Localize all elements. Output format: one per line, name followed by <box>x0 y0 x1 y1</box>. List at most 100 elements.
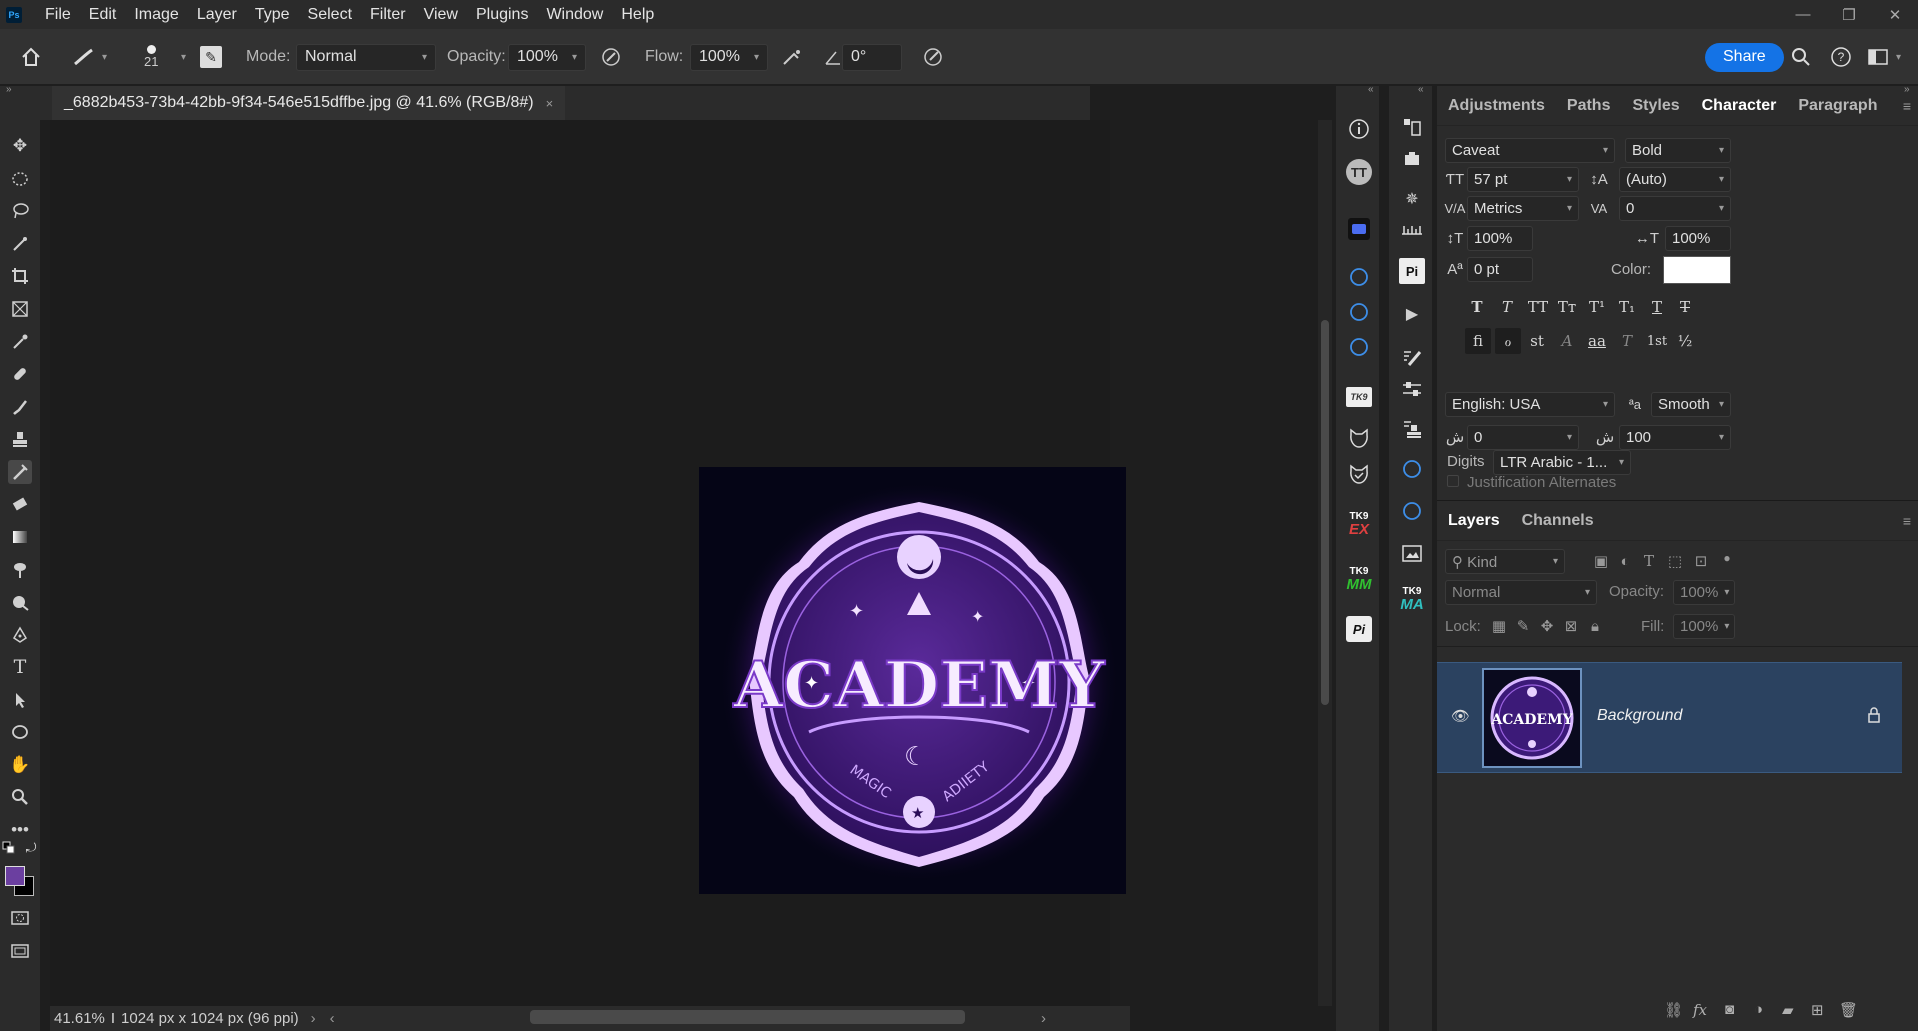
pressure-size-icon[interactable] <box>922 29 944 85</box>
search-icon[interactable] <box>1790 29 1812 85</box>
tab-paths[interactable]: Paths <box>1556 97 1622 115</box>
blur-tool-icon[interactable] <box>8 558 32 582</box>
menu-type[interactable]: Type <box>246 0 299 29</box>
strikethrough-button[interactable]: T <box>1673 295 1697 319</box>
brush-settings-icon[interactable]: ✎ <box>200 29 222 85</box>
eyedropper-tool-icon[interactable] <box>8 330 32 354</box>
crop-tool-icon[interactable] <box>8 264 32 288</box>
help-icon[interactable]: ? <box>1830 29 1852 85</box>
filter-smart-object-icon[interactable]: ⊡ <box>1689 549 1713 573</box>
arabic-left-input[interactable]: 0 ▾ <box>1467 425 1579 450</box>
brush-size-picker[interactable]: 21 <box>144 29 158 85</box>
foreground-color-swatch[interactable] <box>5 866 25 886</box>
layer-opacity-input[interactable]: 100% ▾ <box>1673 580 1735 605</box>
font-size-input[interactable]: 57 pt ▾ <box>1467 167 1579 192</box>
filter-toggle-icon[interactable]: ● <box>1715 546 1739 570</box>
anti-aliasing-select[interactable]: Smooth ▾ <box>1651 392 1731 417</box>
adjust-sliders-icon[interactable] <box>1399 376 1425 402</box>
superscript-button[interactable]: T¹ <box>1585 295 1609 319</box>
healing-brush-tool-icon[interactable] <box>8 362 32 386</box>
lock-artboard-icon[interactable]: ⊠ <box>1559 614 1583 638</box>
default-colors-icon[interactable] <box>2 841 16 855</box>
vertical-scrollbar[interactable] <box>1318 120 1332 1006</box>
layer-name[interactable]: Background <box>1597 707 1682 725</box>
tab-styles[interactable]: Styles <box>1621 97 1690 115</box>
gradient-tool-icon[interactable] <box>8 525 32 549</box>
adjustment-layer-icon[interactable]: ◑ <box>1754 1001 1763 1018</box>
frame-tool-icon[interactable] <box>8 297 32 321</box>
quick-mask-icon[interactable] <box>8 906 32 930</box>
tk9-ma-icon[interactable]: TK9 MA <box>1399 586 1425 612</box>
tracking-input[interactable]: 0 ▾ <box>1619 196 1731 221</box>
opacity-input[interactable]: 100% ▾ <box>508 43 586 71</box>
character-panel-menu-icon[interactable]: ≡ <box>1903 98 1911 114</box>
menu-edit[interactable]: Edit <box>80 0 126 29</box>
filter-adjustment-icon[interactable]: ◐ <box>1613 549 1637 573</box>
menu-window[interactable]: Window <box>537 0 612 29</box>
restore-button[interactable]: ❐ <box>1826 0 1872 29</box>
tab-layers[interactable]: Layers <box>1437 512 1511 530</box>
brush-tool-icon[interactable] <box>8 395 32 419</box>
baseline-shift-input[interactable]: 0 pt <box>1467 257 1533 282</box>
hand-tool-icon[interactable]: ✋ <box>8 753 32 777</box>
text-color-swatch[interactable] <box>1663 256 1731 284</box>
justification-alternates-checkbox[interactable] <box>1447 475 1459 487</box>
properties-icon[interactable] <box>1399 146 1425 172</box>
ordinals-button[interactable]: 1st <box>1643 329 1671 353</box>
fill-input[interactable]: 100% ▾ <box>1673 614 1735 639</box>
move-tool-icon[interactable]: ✥ <box>8 134 32 158</box>
marquee-tool-icon[interactable] <box>8 167 32 191</box>
3d-icon[interactable]: ✵ <box>1399 186 1425 212</box>
collapse-strip-1-icon[interactable]: « <box>1368 84 1374 95</box>
kerning-select[interactable]: Metrics ▾ <box>1467 196 1579 221</box>
menu-image[interactable]: Image <box>125 0 187 29</box>
filter-shape-icon[interactable]: ⬚ <box>1663 549 1687 573</box>
faux-bold-button[interactable]: T <box>1465 295 1489 319</box>
layers-panel-menu-icon[interactable]: ≡ <box>1903 513 1911 529</box>
leading-input[interactable]: (Auto) ▾ <box>1619 167 1731 192</box>
old-style-button[interactable]: ℴ <box>1496 329 1520 353</box>
film-plugin-icon[interactable]: TK9 <box>1346 384 1372 410</box>
home-icon[interactable] <box>20 29 42 85</box>
new-group-icon[interactable]: ▰ <box>1782 1001 1794 1019</box>
all-caps-button[interactable]: TT <box>1523 295 1553 319</box>
layer-visibility-eye-icon[interactable]: 👁︎ <box>1451 707 1470 725</box>
tab-paragraph[interactable]: Paragraph <box>1787 97 1888 115</box>
mode-select[interactable]: Normal ▾ <box>296 43 436 71</box>
cat-check-plugin-icon[interactable] <box>1346 462 1372 488</box>
pen-tool-icon[interactable] <box>8 623 32 647</box>
stylistic-alternates-button[interactable]: aa <box>1585 329 1609 353</box>
tab-channels[interactable]: Channels <box>1511 512 1605 530</box>
menu-help[interactable]: Help <box>612 0 663 29</box>
font-family-select[interactable]: Caveat ▾ <box>1445 138 1615 163</box>
document-info[interactable]: 1024 px x 1024 px (96 ppi) <box>121 1010 299 1027</box>
airbrush-icon[interactable] <box>780 29 804 85</box>
menu-file[interactable]: File <box>36 0 80 29</box>
clone-stamp-tool-icon[interactable] <box>8 427 32 451</box>
menu-filter[interactable]: Filter <box>361 0 415 29</box>
collapse-toolbar-icon[interactable]: » <box>6 84 12 95</box>
tk9-mm-icon[interactable]: TK9 MM <box>1346 566 1372 592</box>
minimize-button[interactable]: — <box>1780 0 1826 29</box>
link-layers-icon[interactable]: ⛓ <box>1664 1001 1683 1019</box>
workspace-icon[interactable]: ▾ <box>1868 29 1901 85</box>
fractions-button[interactable]: ½ <box>1673 329 1697 353</box>
discretionary-ligatures-button[interactable]: st <box>1525 329 1549 353</box>
vertical-scale-input[interactable]: 100% <box>1467 226 1533 251</box>
eraser-tool-icon[interactable] <box>8 492 32 516</box>
info-icon[interactable] <box>1346 116 1372 142</box>
brush-settings-panel-icon[interactable] <box>1399 344 1425 370</box>
underline-button[interactable]: T <box>1645 295 1669 319</box>
zoom-level[interactable]: 41.61% <box>54 1010 105 1027</box>
circle-plugin-icon-2[interactable] <box>1346 299 1372 325</box>
layer-filter-select[interactable]: ⚲ Kind ▾ <box>1445 549 1565 574</box>
screen-mode-icon[interactable] <box>8 939 32 963</box>
ellipse-tool-icon[interactable] <box>8 720 32 744</box>
ligatures-button[interactable]: ﬁ <box>1466 329 1490 353</box>
new-layer-icon[interactable]: ⊞ <box>1811 1001 1824 1019</box>
circle-plugin-icon-1[interactable] <box>1346 264 1372 290</box>
lasso-tool-icon[interactable] <box>8 199 32 223</box>
filter-type-icon[interactable]: T <box>1637 549 1661 573</box>
circle-panel-icon-2[interactable] <box>1399 498 1425 524</box>
menu-select[interactable]: Select <box>299 0 361 29</box>
